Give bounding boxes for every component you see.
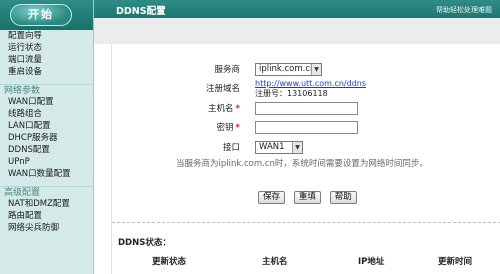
menu-group-network: 网络参数 WAN口配置 线路组合 LAN口配置 DHCP服务器 DDNS配置 U… [0,80,93,182]
sidebar-item-routing[interactable]: 路由配置 [0,210,93,222]
sidebar-item-port-traffic[interactable]: 端口流量 [0,54,93,66]
password-label-text: 密钥 [216,123,234,133]
column-update-time: 更新时间 [438,257,473,267]
help-tip[interactable]: 帮助轻松处理难题 [436,5,492,15]
password-input[interactable] [255,121,358,134]
sidebar-item-reboot[interactable]: 重启设备 [0,66,93,78]
chevron-down-icon[interactable]: ▼ [311,64,321,75]
top-bar: DDNS配置 帮助轻松处理难题 [94,0,500,18]
column-update-status: 更新状态 [152,257,187,267]
register-domain-label: 注册域名 [205,84,240,94]
sidebar-item-wan-config[interactable]: WAN口配置 [0,96,93,108]
sidebar-item-net-defense[interactable]: 网络尖兵防御 [0,222,93,234]
hostname-row: 主机名 * [112,102,500,116]
sidebar-item-upnp[interactable]: UPnP [0,156,93,168]
section-divider [112,222,500,223]
sub-header-bar [94,18,500,44]
service-provider-value: iplink.com.cn [259,64,316,74]
reset-button[interactable]: 重填 [293,191,321,204]
page-title: DDNS配置 [116,6,166,17]
service-provider-select[interactable]: iplink.com.cn ▼ [255,63,322,76]
save-button[interactable]: 保存 [258,191,286,204]
hostname-label: 主机名 * [112,102,240,116]
sidebar-item-dhcp-server[interactable]: DHCP服务器 [0,132,93,144]
chevron-down-icon[interactable]: ▼ [292,142,302,153]
ddns-status-title: DDNS状态： [118,238,171,248]
sidebar-item-line-combo[interactable]: 线路组合 [0,108,93,120]
time-sync-note: 当服务商为iplink.com.cn时，系统时间需要设置为网络时间同步。 [176,159,428,169]
sidebar-item-running-status[interactable]: 运行状态 [0,42,93,54]
sidebar-item-ddns-config[interactable]: DDNS配置 [0,144,93,156]
password-row: 密钥 * [112,121,500,135]
interface-label: 接口 [222,143,240,153]
sidebar-heading-network[interactable]: 网络参数 [0,84,93,96]
password-label: 密钥 * [112,121,240,135]
service-provider-row: 服务商 iplink.com.cn ▼ [112,63,500,77]
register-id-text: 注册号：13106118 [255,89,328,98]
interface-row: 接口 WAN1 ▼ [112,141,500,155]
interface-value: WAN1 [259,142,285,152]
column-hostname: 主机名 [262,257,288,267]
required-mark: * [235,104,240,114]
help-button[interactable]: 帮助 [329,191,357,204]
sidebar-heading-advanced[interactable]: 高级配置 [0,186,93,198]
service-provider-label: 服务商 [214,65,240,75]
hostname-input[interactable] [255,102,358,115]
status-table-header: 更新状态 主机名 IP地址 更新时间 [112,255,500,267]
sidebar-item-setup-wizard[interactable]: 配置向导 [0,30,93,42]
register-domain-row: 注册域名 http://www.utt.com.cn/ddns 注册号：1310… [112,79,500,101]
start-button[interactable]: 开始 [10,4,72,26]
column-ip-address: IP地址 [358,257,385,267]
sidebar-item-nat-dmz[interactable]: NAT和DMZ配置 [0,198,93,210]
sidebar-item-lan-config[interactable]: LAN口配置 [0,120,93,132]
sidebar-item-wan-count[interactable]: WAN口数量配置 [0,168,93,180]
menu-group-basic: 配置向导 运行状态 端口流量 重启设备 [0,30,93,80]
menu-group-advanced: 高级配置 NAT和DMZ配置 路由配置 网络尖兵防御 [0,182,93,236]
action-buttons: 保存 重填 帮助 [258,191,363,204]
sidebar: 开始 配置向导 运行状态 端口流量 重启设备 网络参数 WAN口配置 线路组合 … [0,0,94,274]
hostname-label-text: 主机名 [208,104,234,114]
register-domain-link[interactable]: http://www.utt.com.cn/ddns [255,79,366,89]
ddns-config-panel: 服务商 iplink.com.cn ▼ 注册域名 http://www.utt.… [111,44,500,274]
required-mark: * [235,123,240,133]
sidebar-logo-area: 开始 [0,0,93,30]
interface-select[interactable]: WAN1 ▼ [255,141,303,154]
